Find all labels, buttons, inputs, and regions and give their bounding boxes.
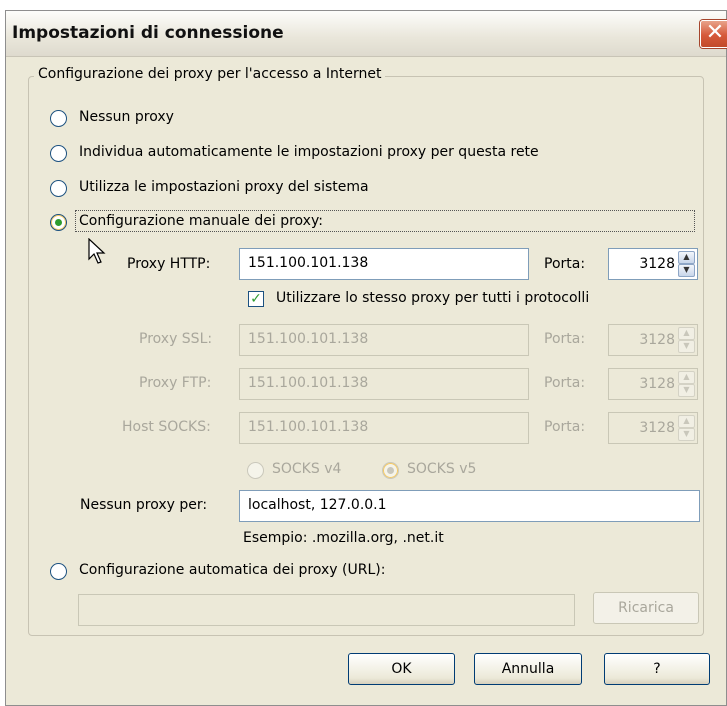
radio-socks-v4-label[interactable]: SOCKS v4 — [272, 461, 341, 477]
reload-button[interactable]: Ricarica — [593, 592, 699, 624]
ssl-port-value: 3128 — [639, 332, 675, 348]
radio-socks-v5-label[interactable]: SOCKS v5 — [407, 461, 476, 477]
radio-socks-v4[interactable] — [247, 462, 264, 479]
radio-no-proxy[interactable] — [50, 110, 67, 127]
radio-system-proxy-label[interactable]: Utilizza le impostazioni proxy del siste… — [79, 179, 369, 195]
ok-button[interactable]: OK — [348, 653, 455, 685]
ssl-proxy-label: Proxy SSL: — [139, 331, 213, 347]
radio-manual-proxy[interactable] — [50, 214, 67, 231]
cancel-button[interactable]: Annulla — [474, 653, 582, 685]
proxy-config-legend: Configurazione dei proxy per l'accesso a… — [34, 66, 386, 82]
socks-port-label: Porta: — [544, 419, 586, 435]
spin-down-icon: ▼ — [678, 428, 695, 441]
same-proxy-label[interactable]: Utilizzare lo stesso proxy per tutti i p… — [276, 290, 589, 306]
radio-auto-detect-label[interactable]: Individua automaticamente le impostazion… — [79, 144, 539, 160]
spin-up-icon: ▲ — [678, 415, 695, 428]
radio-system-proxy[interactable] — [50, 180, 67, 197]
same-proxy-checkbox[interactable]: ✓ — [248, 291, 264, 307]
ssl-port-stepper[interactable]: 3128 ▲ ▼ — [608, 324, 698, 356]
ftp-proxy-input[interactable]: 151.100.101.138 — [239, 368, 529, 400]
spin-down-icon: ▼ — [678, 340, 695, 353]
radio-auto-config-url-label[interactable]: Configurazione automatica dei proxy (URL… — [79, 562, 385, 578]
radio-auto-detect[interactable] — [50, 145, 67, 162]
ftp-port-stepper[interactable]: 3128 ▲ ▼ — [608, 368, 698, 400]
mouse-cursor-icon — [88, 238, 106, 264]
http-port-value: 3128 — [639, 256, 675, 272]
auto-config-url-input[interactable] — [78, 594, 575, 626]
http-proxy-input[interactable]: 151.100.101.138 — [239, 248, 529, 280]
ssl-port-label: Porta: — [544, 331, 586, 347]
spin-up-icon: ▲ — [678, 371, 695, 384]
socks-port-stepper[interactable]: 3128 ▲ ▼ — [608, 412, 698, 444]
ssl-proxy-input[interactable]: 151.100.101.138 — [239, 324, 529, 356]
no-proxy-for-input[interactable]: localhost, 127.0.0.1 — [239, 490, 700, 522]
dialog-title: Impostazioni di connessione — [12, 23, 284, 43]
spin-up-icon[interactable]: ▲ — [678, 251, 695, 264]
spin-down-icon[interactable]: ▼ — [678, 264, 695, 277]
ftp-port-value: 3128 — [639, 376, 675, 392]
radio-socks-v5[interactable] — [382, 462, 399, 479]
http-port-label: Porta: — [544, 256, 586, 272]
title-bar[interactable]: Impostazioni di connessione ✕ — [6, 11, 727, 57]
no-proxy-example: Esempio: .mozilla.org, .net.it — [243, 530, 444, 546]
no-proxy-for-label: Nessun proxy per: — [80, 497, 208, 513]
close-icon[interactable]: ✕ — [700, 20, 727, 48]
spin-down-icon: ▼ — [678, 384, 695, 397]
proxy-config-group — [28, 76, 704, 636]
spin-up-icon: ▲ — [678, 327, 695, 340]
radio-no-proxy-label[interactable]: Nessun proxy — [79, 109, 174, 125]
socks-port-value: 3128 — [639, 420, 675, 436]
socks-host-label: Host SOCKS: — [122, 419, 211, 435]
radio-auto-config-url[interactable] — [50, 563, 67, 580]
socks-host-input[interactable]: 151.100.101.138 — [239, 412, 529, 444]
ftp-proxy-label: Proxy FTP: — [139, 375, 212, 391]
ftp-port-label: Porta: — [544, 375, 586, 391]
radio-manual-proxy-label[interactable]: Configurazione manuale dei proxy: — [79, 213, 323, 229]
http-port-stepper[interactable]: 3128 ▲ ▼ — [608, 248, 698, 280]
help-button[interactable]: ? — [604, 653, 710, 685]
http-proxy-label: Proxy HTTP: — [127, 256, 211, 272]
